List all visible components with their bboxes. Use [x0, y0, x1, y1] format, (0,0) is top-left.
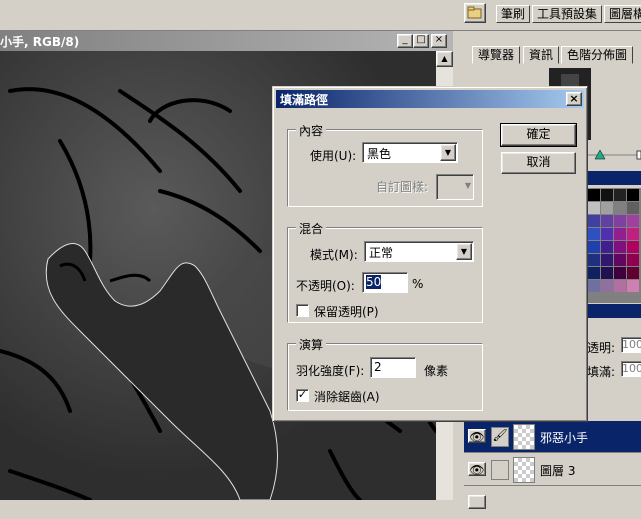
swatches-grid[interactable]: [587, 188, 641, 303]
chevron-down-icon: ▼: [464, 181, 471, 190]
document-titlebar[interactable]: 小手, RGB/8) _ □ ×: [0, 31, 453, 51]
preserve-transparency-checkbox[interactable]: [296, 304, 309, 317]
minimize-button[interactable]: _: [397, 34, 413, 48]
layer-fill-field[interactable]: 100: [621, 361, 641, 377]
layers-header[interactable]: [587, 304, 641, 318]
eye-icon[interactable]: 👁: [468, 462, 486, 477]
opacity-label: 不透明(O):: [296, 279, 355, 293]
use-value: 黑色: [367, 147, 392, 161]
swatches-header[interactable]: [587, 171, 641, 185]
eye-icon[interactable]: [468, 495, 486, 509]
dialog-titlebar[interactable]: 填滿路徑 ×: [276, 90, 584, 108]
antialias-label[interactable]: 消除鋸齒(A): [314, 388, 380, 405]
pattern-label: 自訂圖樣:: [376, 180, 429, 194]
dialog-title: 填滿路徑: [280, 93, 329, 107]
scroll-up-button[interactable]: ▲: [436, 51, 453, 67]
eye-icon[interactable]: 👁: [468, 429, 486, 444]
preserve-transparency-label[interactable]: 保留透明(P): [314, 303, 379, 320]
layer-row[interactable]: [464, 487, 641, 519]
chevron-down-icon[interactable]: ▼: [440, 144, 456, 161]
layer-row[interactable]: 👁 🖌 邪惡小手: [464, 421, 641, 453]
layer-thumbnail: [513, 457, 535, 483]
feather-input[interactable]: 2: [370, 357, 416, 378]
feather-value: 2: [374, 360, 382, 374]
layer-row[interactable]: 👁 圖層 3: [464, 454, 641, 486]
layer-fill-label: 填滿:: [587, 365, 616, 379]
tab-layer-comps[interactable]: 圖層構: [604, 5, 641, 23]
brush-icon[interactable]: 🖌: [491, 427, 509, 447]
file-browser-icon[interactable]: [464, 3, 486, 23]
cancel-button[interactable]: 取消: [501, 152, 576, 174]
maximize-button[interactable]: □: [413, 34, 429, 48]
opacity-input[interactable]: 50: [362, 272, 408, 293]
opacity-unit: %: [412, 277, 424, 291]
mode-value: 正常: [369, 246, 394, 260]
mode-label: 模式(M):: [310, 248, 358, 262]
feather-unit: 像素: [424, 364, 449, 378]
ok-button[interactable]: 確定: [500, 123, 577, 147]
rendering-group: 演算 羽化強度(F): 2 像素 ✓ 消除鋸齒(A): [287, 336, 483, 411]
blending-group-label: 混合: [296, 220, 327, 237]
pattern-picker[interactable]: ▼: [436, 174, 474, 200]
document-title: 小手, RGB/8): [0, 35, 80, 49]
blending-group: 混合 模式(M): 正常 ▼ 不透明(O): 50 % 保留透明(P): [287, 220, 483, 323]
rendering-group-label: 演算: [296, 336, 327, 353]
tab-navigator[interactable]: 導覽器: [472, 46, 521, 64]
tab-tool-presets[interactable]: 工具預設集: [532, 5, 603, 23]
layer-thumbnail: [513, 424, 535, 450]
top-toolbar: 筆刷 工具預設集 圖層構: [0, 0, 641, 31]
layer-opacity-label: 透明:: [587, 341, 616, 355]
use-select[interactable]: 黑色 ▼: [362, 142, 458, 163]
opacity-value: 50: [366, 275, 382, 289]
tab-info[interactable]: 資訊: [523, 46, 560, 64]
antialias-checkbox[interactable]: ✓: [296, 389, 309, 402]
brush-cell[interactable]: [491, 460, 509, 480]
tab-histogram[interactable]: 色階分佈圖: [561, 46, 634, 64]
contents-group-label: 內容: [296, 122, 327, 139]
layer-opacity-field[interactable]: 100: [621, 337, 641, 353]
layer-name: 邪惡小手: [540, 431, 589, 445]
contents-group: 內容 使用(U): 黑色 ▼ 自訂圖樣: ▼: [287, 122, 483, 207]
chevron-down-icon[interactable]: ▼: [456, 243, 472, 260]
layer-name: 圖層 3: [540, 464, 576, 478]
tab-brushes[interactable]: 筆刷: [496, 5, 531, 23]
fill-path-dialog: 填滿路徑 × 內容 使用(U): 黑色 ▼ 自訂圖樣: ▼ 混合 模式(M): …: [272, 86, 588, 422]
feather-label: 羽化強度(F):: [296, 364, 365, 378]
use-label: 使用(U):: [310, 149, 357, 163]
mode-select[interactable]: 正常 ▼: [364, 241, 474, 262]
close-button[interactable]: ×: [431, 34, 447, 48]
dialog-close-button[interactable]: ×: [566, 92, 582, 106]
